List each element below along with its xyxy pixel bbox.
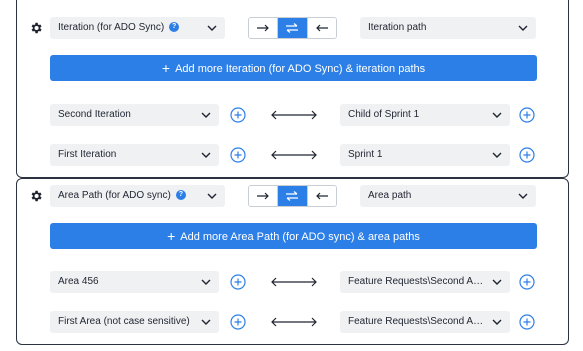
circle-plus-icon[interactable] [230,107,246,123]
source-value-select[interactable]: First Area (not case sensitive) [50,311,219,333]
target-value-label: Child of Sprint 1 [348,109,420,120]
arrow-right-icon [257,192,270,200]
source-value-select[interactable]: First Iteration [50,144,219,166]
circle-plus-icon[interactable] [519,274,535,290]
target-value-select[interactable]: Feature Requests\Second Area ... [340,271,510,293]
help-icon[interactable]: ? [175,190,186,201]
double-arrow-icon [271,150,317,160]
help-icon[interactable]: ? [169,22,180,33]
direction-both-button[interactable] [277,18,307,38]
chevron-down-icon [201,319,211,325]
chevron-down-icon [201,279,211,285]
gear-icon[interactable] [29,189,43,203]
chevron-down-icon [207,193,217,199]
source-value-label: First Iteration [58,149,117,160]
chevron-down-icon [492,279,502,285]
target-value-select[interactable]: Feature Requests\Second Area ... [340,311,510,333]
target-field-label: Area path [368,190,412,201]
double-arrow-icon [271,277,317,287]
circle-plus-icon[interactable] [519,107,535,123]
target-value-label: Feature Requests\Second Area ... [348,316,484,327]
source-value-label: Area 456 [58,276,99,287]
direction-left-button[interactable] [306,186,336,206]
gear-icon[interactable] [29,21,43,35]
chevron-down-icon [492,319,502,325]
circle-plus-icon[interactable] [519,314,535,330]
circle-plus-icon[interactable] [230,274,246,290]
source-field-select[interactable]: Iteration (for ADO Sync)? [50,17,225,39]
iteration-mapping-panel: Iteration (for ADO Sync)? Iteration path… [16,0,569,178]
source-field-label: Area Path (for ADO sync) [58,190,171,201]
add-mapping-label: Add more Iteration (for ADO Sync) & iter… [175,63,426,75]
chevron-down-icon [201,112,211,118]
arrow-right-icon [257,24,270,32]
target-field-label: Iteration path [368,22,427,33]
sync-direction-toggle [248,185,337,207]
chevron-down-icon [492,112,502,118]
double-arrow-icon [271,317,317,327]
arrow-left-icon [315,24,328,32]
target-value-label: Sprint 1 [348,149,383,160]
source-value-label: Second Iteration [58,109,131,120]
double-arrow-icon [271,110,317,120]
arrows-exchange-icon [286,23,299,33]
arrows-exchange-icon [286,191,299,201]
direction-right-button[interactable] [249,18,278,38]
source-value-select[interactable]: Area 456 [50,271,219,293]
chevron-down-icon [201,152,211,158]
direction-right-button[interactable] [249,186,278,206]
direction-left-button[interactable] [306,18,336,38]
target-field-select[interactable]: Iteration path [360,17,536,39]
circle-plus-icon[interactable] [519,147,535,163]
source-field-label: Iteration (for ADO Sync) [58,22,165,33]
source-value-label: First Area (not case sensitive) [58,316,190,327]
add-mapping-button[interactable]: + Add more Area Path (for ADO sync) & are… [50,223,537,249]
area-path-mapping-panel: Area Path (for ADO sync)? Area path + Add… [16,178,569,345]
circle-plus-icon[interactable] [230,147,246,163]
target-value-select[interactable]: Child of Sprint 1 [340,104,510,126]
sync-direction-toggle [248,17,337,39]
plus-icon: + [167,228,176,244]
add-mapping-label: Add more Area Path (for ADO sync) & area… [180,231,420,243]
chevron-down-icon [492,152,502,158]
plus-icon: + [161,60,171,76]
target-value-label: Feature Requests\Second Area ... [348,276,484,287]
add-mapping-button[interactable]: + Add more Iteration (for ADO Sync) & ite… [50,55,537,81]
source-field-select[interactable]: Area Path (for ADO sync)? [50,185,225,207]
source-value-select[interactable]: Second Iteration [50,104,219,126]
target-field-select[interactable]: Area path [360,185,536,207]
chevron-down-icon [518,193,528,199]
circle-plus-icon[interactable] [230,314,246,330]
arrow-left-icon [315,192,328,200]
target-value-select[interactable]: Sprint 1 [340,144,510,166]
chevron-down-icon [518,25,528,31]
chevron-down-icon [207,25,217,31]
direction-both-button[interactable] [277,186,307,206]
